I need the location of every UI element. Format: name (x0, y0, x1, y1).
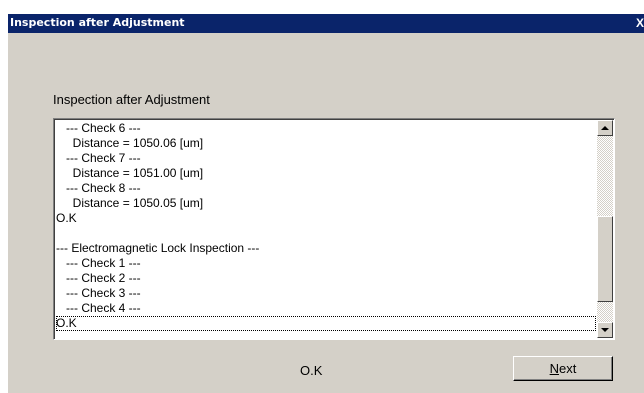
inspection-window: Inspection after Adjustment X Inspection… (8, 14, 644, 393)
window-title: Inspection after Adjustment (10, 16, 185, 29)
log-line[interactable] (56, 226, 596, 241)
log-line[interactable]: Distance = 1050.05 [um] (56, 196, 596, 211)
log-line[interactable]: --- Check 6 --- (56, 121, 596, 136)
log-line[interactable]: Distance = 1051.00 [um] (56, 166, 596, 181)
vertical-scrollbar[interactable] (597, 120, 613, 338)
scroll-thumb[interactable] (597, 216, 613, 302)
log-line[interactable]: O.K (56, 211, 596, 226)
inspection-log-listbox[interactable]: --- Check 6 --- Distance = 1050.06 [um] … (53, 118, 615, 340)
log-line[interactable]: --- Check 3 --- (56, 286, 596, 301)
scroll-up-button[interactable] (597, 120, 613, 136)
log-line[interactable]: --- Electromagnetic Lock Inspection --- (56, 241, 596, 256)
title-bar[interactable]: Inspection after Adjustment X (8, 14, 644, 33)
log-line[interactable]: --- Check 4 --- (56, 301, 596, 316)
log-line[interactable]: Distance = 1050.06 [um] (56, 136, 596, 151)
status-text: O.K (300, 363, 323, 378)
next-button[interactable]: Next (513, 356, 613, 381)
next-button-label: ext (559, 361, 577, 376)
log-line[interactable]: O.K (56, 316, 596, 331)
scroll-down-button[interactable] (597, 322, 613, 338)
log-line[interactable]: --- Check 2 --- (56, 271, 596, 286)
section-heading: Inspection after Adjustment (53, 92, 210, 107)
log-line[interactable]: --- Check 1 --- (56, 256, 596, 271)
log-lines: --- Check 6 --- Distance = 1050.06 [um] … (56, 121, 596, 331)
arrow-down-icon (601, 328, 609, 332)
log-line[interactable]: --- Check 8 --- (56, 181, 596, 196)
log-line[interactable]: --- Check 7 --- (56, 151, 596, 166)
arrow-up-icon (601, 126, 609, 130)
next-button-accelerator: N (549, 361, 560, 376)
close-button[interactable]: X (636, 14, 644, 32)
